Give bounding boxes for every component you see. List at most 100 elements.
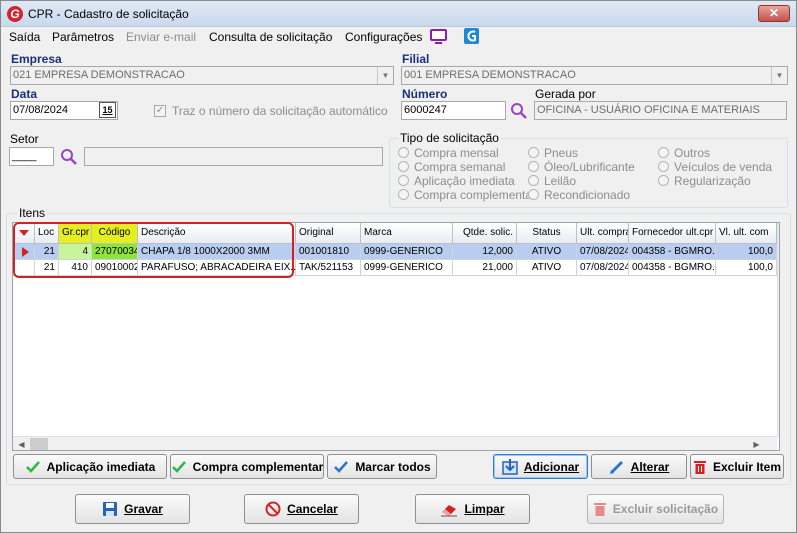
cell-qtde: 12,000 xyxy=(453,244,517,260)
cancel-icon xyxy=(265,501,281,517)
data-label: Data xyxy=(11,87,38,101)
cell-marca: 0999-GENERICO xyxy=(361,244,453,260)
filial-value: 001 EMPRESA DEMONSTRACAO xyxy=(404,69,576,81)
check-icon xyxy=(171,460,186,473)
gravar-button[interactable]: Gravar xyxy=(75,494,190,524)
col-status[interactable]: Status xyxy=(517,223,577,244)
cell-qtde: 21,000 xyxy=(453,260,517,276)
cell-original: 001001810 xyxy=(296,244,361,260)
radio-compra-mensal[interactable]: Compra mensal xyxy=(398,146,499,160)
menu-configuracoes[interactable]: Configurações xyxy=(345,30,422,44)
col-ult-compra[interactable]: Ult. compra xyxy=(577,223,629,244)
setor-value: ____ xyxy=(12,150,37,162)
cancelar-button[interactable]: Cancelar xyxy=(244,494,359,524)
compra-complementar-button[interactable]: Compra complementar xyxy=(170,454,324,479)
menu-bar: Saída Parâmetros Enviar e-mail Consulta … xyxy=(1,27,796,47)
cell-original: TAK/521153 xyxy=(296,260,361,276)
scroll-right-icon[interactable]: ▶ xyxy=(750,438,763,450)
scroll-left-icon[interactable]: ◀ xyxy=(15,438,28,450)
data-value: 07/08/2024 xyxy=(13,104,69,116)
col-qtde[interactable]: Qtde. solic. xyxy=(453,223,517,244)
close-button[interactable]: ✕ xyxy=(758,5,790,22)
window-title: CPR - Cadastro de solicitação xyxy=(28,7,189,21)
col-fornecedor[interactable]: Fornecedor ult.cpr xyxy=(629,223,716,244)
gerada-por-value: OFICINA - USUÁRIO OFICINA E MATERIAIS xyxy=(537,104,760,116)
cell-fornecedor: 004358 - BGMRO... xyxy=(629,260,716,276)
vertical-scrollbar[interactable]: ▲ ▼ xyxy=(777,223,780,437)
trash-icon xyxy=(693,460,706,474)
adicionar-button[interactable]: Adicionar xyxy=(493,454,588,479)
radio-oleo-lubrificante[interactable]: Óleo/Lubrificante xyxy=(528,160,635,174)
pencil-icon xyxy=(609,460,623,474)
numero-field[interactable]: 6000247 xyxy=(401,101,506,120)
aplicacao-imediata-button[interactable]: Aplicação imediata xyxy=(13,454,167,479)
empresa-value: 021 EMPRESA DEMONSTRACAO xyxy=(13,69,185,81)
auto-number-label: Traz o número da solicitação automático xyxy=(172,104,388,118)
horizontal-scrollbar[interactable]: ◀ ▶ xyxy=(13,436,777,450)
excluir-item-button[interactable]: Excluir Item xyxy=(690,454,784,479)
eraser-icon xyxy=(441,505,458,517)
monitor-icon[interactable] xyxy=(430,29,447,45)
limpar-button[interactable]: Limpar xyxy=(415,494,530,524)
radio-leilao[interactable]: Leilão xyxy=(528,174,576,188)
setor-description-field xyxy=(84,147,383,166)
chevron-down-icon[interactable]: ▼ xyxy=(377,67,393,84)
numero-label: Número xyxy=(402,87,448,101)
trash-icon xyxy=(593,503,606,516)
setor-label: Setor xyxy=(10,132,39,146)
menu-consulta-solicitacao[interactable]: Consulta de solicitação xyxy=(209,30,332,44)
marcar-todos-button[interactable]: Marcar todos xyxy=(327,454,437,479)
excluir-solicitacao-button: Excluir solicitação xyxy=(587,494,724,524)
horizontal-scroll-thumb[interactable] xyxy=(30,438,48,450)
radio-compra-semanal[interactable]: Compra semanal xyxy=(398,160,505,174)
filial-combo[interactable]: 001 EMPRESA DEMONSTRACAO ▼ xyxy=(401,66,788,85)
setor-field[interactable]: ____ xyxy=(9,147,54,166)
col-vl-ult[interactable]: Vl. ult. com xyxy=(716,223,777,244)
cell-marca: 0999-GENERICO xyxy=(361,260,453,276)
auto-number-checkbox[interactable]: ✓ xyxy=(154,105,166,117)
gerada-por-label: Gerada por xyxy=(535,87,596,101)
cell-ult-compra: 07/08/2024 xyxy=(577,260,629,276)
app-shortcut-icon[interactable] xyxy=(464,28,479,44)
empresa-label: Empresa xyxy=(11,52,62,66)
radio-compra-complementar[interactable]: Compra complementar xyxy=(398,188,536,202)
add-item-icon xyxy=(502,458,518,475)
calendar-icon[interactable]: 15 xyxy=(99,102,116,118)
tipo-solicitacao-title: Tipo de solicitação xyxy=(398,131,501,145)
cell-status: ATIVO xyxy=(517,244,577,260)
check-icon xyxy=(25,460,40,473)
itens-title: Itens xyxy=(17,206,48,220)
radio-outros[interactable]: Outros xyxy=(658,146,710,160)
alterar-button[interactable]: Alterar xyxy=(591,454,687,479)
col-original[interactable]: Original xyxy=(296,223,361,244)
radio-pneus[interactable]: Pneus xyxy=(528,146,578,160)
chevron-down-icon[interactable]: ▼ xyxy=(771,67,787,84)
gerada-por-field: OFICINA - USUÁRIO OFICINA E MATERIAIS xyxy=(534,101,787,120)
scroll-up-icon[interactable]: ▲ xyxy=(779,224,780,238)
check-icon xyxy=(334,460,349,473)
radio-veiculos-venda[interactable]: Veículos de venda xyxy=(658,160,772,174)
cell-status: ATIVO xyxy=(517,260,577,276)
cell-vl-ult: 100,0 xyxy=(716,244,777,260)
vertical-scroll-thumb[interactable] xyxy=(779,241,780,359)
main-window: G CPR - Cadastro de solicitação ✕ Saída … xyxy=(0,0,797,533)
app-logo-icon: G xyxy=(7,6,23,22)
numero-value: 6000247 xyxy=(404,104,447,116)
cell-vl-ult: 100,0 xyxy=(716,260,777,276)
cell-fornecedor: 004358 - BGMRO... xyxy=(629,244,716,260)
highlight-annotation xyxy=(13,222,294,278)
title-bar: G CPR - Cadastro de solicitação ✕ xyxy=(1,1,796,27)
menu-parametros[interactable]: Parâmetros xyxy=(52,30,114,44)
radio-regularizacao[interactable]: Regularização xyxy=(658,174,751,188)
filial-label: Filial xyxy=(402,52,430,66)
radio-recondicionado[interactable]: Recondicionado xyxy=(528,188,630,202)
menu-enviar-email: Enviar e-mail xyxy=(126,30,197,44)
radio-aplicacao-imediata[interactable]: Aplicação imediata xyxy=(398,174,515,188)
scroll-down-icon[interactable]: ▼ xyxy=(779,421,780,435)
empresa-combo[interactable]: 021 EMPRESA DEMONSTRACAO ▼ xyxy=(10,66,394,85)
menu-saida[interactable]: Saída xyxy=(9,30,40,44)
col-marca[interactable]: Marca xyxy=(361,223,453,244)
search-icon[interactable] xyxy=(60,148,78,166)
search-icon[interactable] xyxy=(510,102,528,120)
save-icon xyxy=(103,502,118,516)
